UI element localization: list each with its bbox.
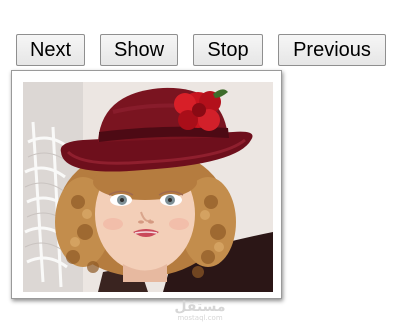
stop-button[interactable]: Stop [193, 34, 263, 66]
slideshow-image-frame [11, 70, 282, 299]
slideshow-image [23, 82, 273, 292]
watermark-sub-text: mostaql.com [177, 314, 223, 322]
watermark-main-text: مستقل [174, 299, 226, 315]
show-button[interactable]: Show [100, 34, 178, 66]
slideshow-page: Next Show Stop Previous مستقل mostaql.co… [0, 0, 400, 332]
previous-button[interactable]: Previous [278, 34, 386, 66]
mostaql-watermark: مستقل mostaql.com [168, 300, 232, 323]
child-photo-illustration [23, 82, 273, 292]
next-button[interactable]: Next [16, 34, 85, 66]
